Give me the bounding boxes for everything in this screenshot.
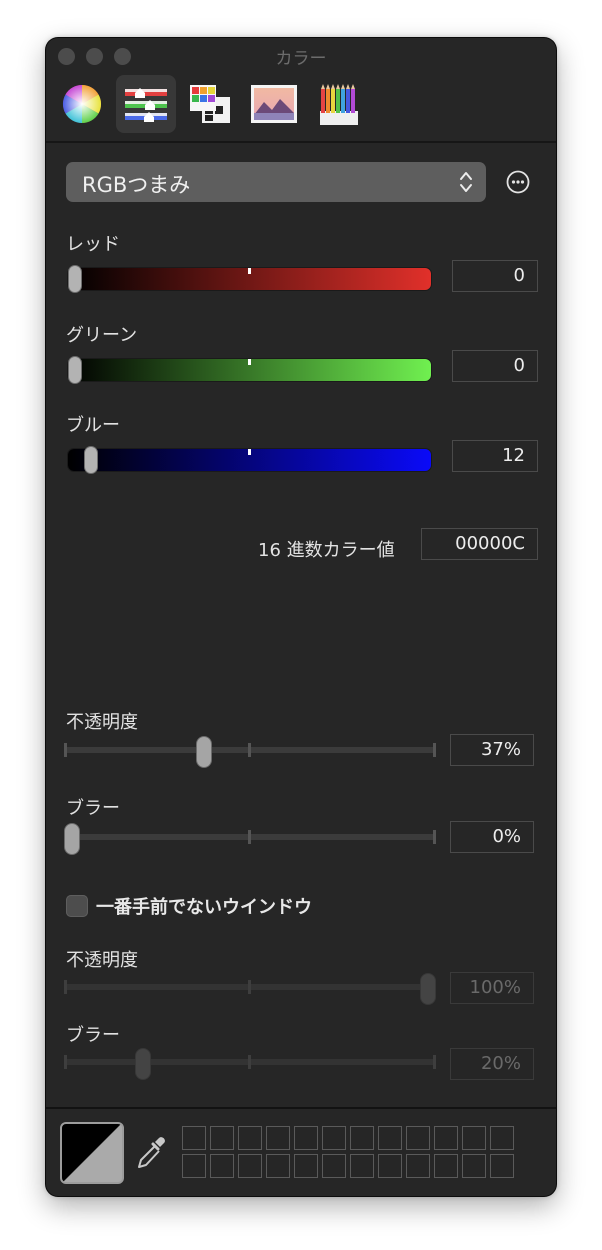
current-color-well[interactable] bbox=[60, 1122, 124, 1184]
red-value-field[interactable]: 0 bbox=[452, 260, 538, 292]
opacity-slider-knob[interactable] bbox=[195, 736, 212, 768]
color-swatch-slot[interactable] bbox=[434, 1126, 458, 1150]
tab-pencils[interactable] bbox=[308, 75, 368, 133]
color-sliders-icon bbox=[125, 88, 167, 122]
blue-slider-knob[interactable] bbox=[84, 446, 99, 474]
color-swatch-slot[interactable] bbox=[406, 1126, 430, 1150]
inactive-blur-slider-tick-middle bbox=[248, 1055, 251, 1069]
opacity-slider-tick-end bbox=[433, 743, 436, 757]
color-swatch-slot[interactable] bbox=[238, 1154, 262, 1178]
color-swatch-slot[interactable] bbox=[182, 1126, 206, 1150]
inactive-opacity-slider-tick-middle bbox=[248, 980, 251, 994]
color-wheel-icon bbox=[62, 84, 102, 124]
saved-color-swatches bbox=[182, 1126, 518, 1180]
color-swatch-slot[interactable] bbox=[322, 1154, 346, 1178]
chevron-up-down-icon bbox=[460, 172, 472, 192]
window-title: カラー bbox=[275, 49, 327, 69]
blur-label: ブラー bbox=[66, 798, 120, 819]
blue-value-field[interactable]: 12 bbox=[452, 440, 538, 472]
inactive-blur-slider-tick-end bbox=[433, 1055, 436, 1069]
inactive-window-label: 一番手前でないウインドウ bbox=[96, 897, 312, 918]
blur-value-field[interactable]: 0% bbox=[450, 821, 534, 853]
color-swatch-slot[interactable] bbox=[378, 1126, 402, 1150]
tab-image-palettes[interactable] bbox=[244, 75, 304, 133]
blur-slider-tick-end bbox=[433, 830, 436, 844]
inactive-blur-slider-tick-start bbox=[64, 1055, 67, 1069]
color-swatch-slot[interactable] bbox=[350, 1126, 374, 1150]
inactive-blur-value-field[interactable]: 20% bbox=[450, 1048, 534, 1080]
color-mode-popup[interactable]: RGBつまみ bbox=[66, 162, 486, 202]
blur-slider-tick-middle bbox=[248, 830, 251, 844]
eyedropper-icon[interactable] bbox=[134, 1134, 168, 1172]
tab-color-palettes[interactable] bbox=[180, 75, 240, 133]
opacity-slider[interactable] bbox=[64, 736, 436, 768]
color-swatch-slot[interactable] bbox=[266, 1126, 290, 1150]
title-bar[interactable]: カラー bbox=[46, 38, 556, 74]
blue-slider[interactable] bbox=[68, 446, 431, 474]
color-swatch-slot[interactable] bbox=[210, 1126, 234, 1150]
red-label: レッド bbox=[66, 234, 120, 255]
green-label: グリーン bbox=[66, 325, 138, 346]
color-swatch-slot[interactable] bbox=[294, 1126, 318, 1150]
blur-slider-knob[interactable] bbox=[64, 823, 80, 855]
more-options-icon[interactable] bbox=[506, 170, 530, 194]
color-swatch-slot[interactable] bbox=[266, 1154, 290, 1178]
inactive-blur-label: ブラー bbox=[66, 1025, 120, 1046]
pencils-icon bbox=[320, 84, 358, 125]
red-slider[interactable] bbox=[68, 265, 431, 293]
inactive-blur-slider[interactable] bbox=[64, 1048, 436, 1080]
color-swatch-slot[interactable] bbox=[490, 1154, 514, 1178]
toolbar-divider bbox=[46, 141, 556, 143]
color-swatch-slot[interactable] bbox=[462, 1154, 486, 1178]
green-slider[interactable] bbox=[68, 356, 431, 384]
color-swatch-slot[interactable] bbox=[238, 1126, 262, 1150]
green-slider-center-tick bbox=[248, 359, 251, 365]
color-panel-window: カラー RGBつまみ レッド 0 グリーン 0 ブルー 12 16 進数カラー値… bbox=[46, 38, 556, 1196]
tab-color-wheel[interactable] bbox=[52, 75, 112, 133]
opacity-slider-tick-start bbox=[64, 743, 67, 757]
color-swatch-slot[interactable] bbox=[434, 1154, 458, 1178]
color-swatch-slot[interactable] bbox=[294, 1154, 318, 1178]
opacity-slider-tick-middle bbox=[248, 743, 251, 757]
red-slider-knob[interactable] bbox=[68, 265, 82, 293]
green-slider-knob[interactable] bbox=[68, 356, 82, 384]
inactive-blur-slider-knob[interactable] bbox=[135, 1048, 152, 1080]
inactive-opacity-slider-knob[interactable] bbox=[420, 973, 436, 1005]
color-swatch-slot[interactable] bbox=[350, 1154, 374, 1178]
inactive-opacity-slider[interactable] bbox=[64, 973, 436, 1005]
inactive-window-checkbox[interactable] bbox=[66, 895, 88, 917]
color-swatch-slot[interactable] bbox=[378, 1154, 402, 1178]
hex-value-field[interactable]: 00000C bbox=[421, 528, 538, 560]
blue-label: ブルー bbox=[66, 415, 120, 436]
tab-color-sliders[interactable] bbox=[116, 75, 176, 133]
green-value-field[interactable]: 0 bbox=[452, 350, 538, 382]
blue-slider-center-tick bbox=[248, 449, 251, 455]
color-mode-value: RGBつまみ bbox=[82, 173, 191, 197]
image-palettes-icon bbox=[251, 85, 297, 123]
color-swatch-slot[interactable] bbox=[210, 1154, 234, 1178]
inactive-opacity-slider-tick-start bbox=[64, 980, 67, 994]
color-swatch-slot[interactable] bbox=[182, 1154, 206, 1178]
color-swatch-slot[interactable] bbox=[406, 1154, 430, 1178]
red-slider-center-tick bbox=[248, 268, 251, 274]
color-swatch-slot[interactable] bbox=[490, 1126, 514, 1150]
bottom-divider bbox=[46, 1107, 556, 1109]
color-palettes-icon bbox=[190, 85, 230, 123]
opacity-value-field[interactable]: 37% bbox=[450, 734, 534, 766]
inactive-opacity-value-field[interactable]: 100% bbox=[450, 972, 534, 1004]
color-swatch-slot[interactable] bbox=[322, 1126, 346, 1150]
hex-label: 16 進数カラー値 bbox=[258, 540, 395, 561]
opacity-label: 不透明度 bbox=[66, 712, 138, 733]
color-swatch-slot[interactable] bbox=[462, 1126, 486, 1150]
blur-slider[interactable] bbox=[64, 823, 436, 855]
inactive-opacity-label: 不透明度 bbox=[66, 950, 138, 971]
